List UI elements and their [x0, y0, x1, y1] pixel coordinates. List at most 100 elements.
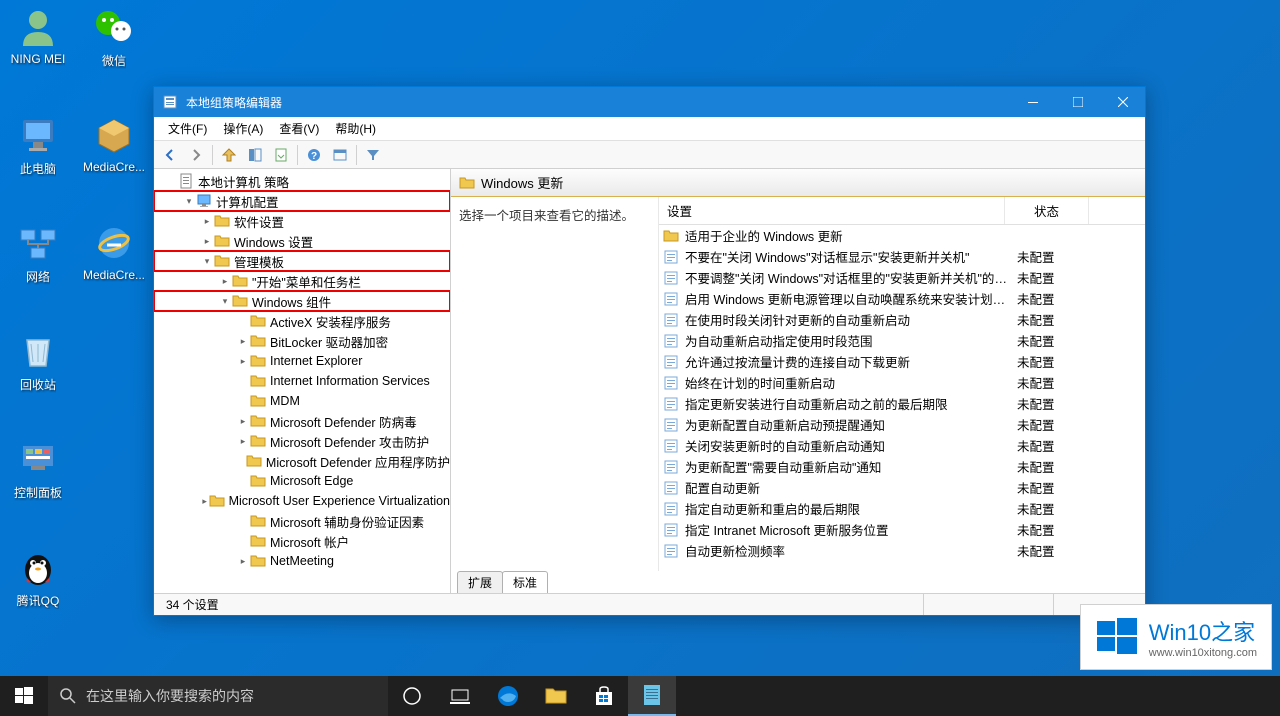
tree-item[interactable]: ▾Windows 组件	[154, 291, 450, 311]
tree-item[interactable]: ▾计算机配置	[154, 191, 450, 211]
filter-button[interactable]	[361, 143, 385, 167]
taskview-button[interactable]	[436, 676, 484, 716]
gpedit-window: 本地组策略编辑器 文件(F)操作(A)查看(V)帮助(H) ? 本地计算机 策略…	[153, 86, 1146, 616]
tree-item[interactable]: ActiveX 安装程序服务	[154, 311, 450, 331]
tree-item[interactable]: Microsoft 帐户	[154, 531, 450, 551]
tree-item[interactable]: Microsoft 辅助身份验证因素	[154, 511, 450, 531]
tree-item[interactable]: ▸NetMeeting	[154, 551, 450, 571]
tree-item[interactable]: MDM	[154, 391, 450, 411]
forward-button[interactable]	[184, 143, 208, 167]
chevron-right-icon[interactable]: ▸	[236, 434, 250, 448]
chevron-right-icon[interactable]: ▸	[236, 334, 250, 348]
chevron-down-icon[interactable]: ▾	[182, 194, 196, 208]
setting-row[interactable]: 为自动重新启动指定使用时段范围未配置	[659, 330, 1145, 351]
minimize-button[interactable]	[1010, 87, 1055, 117]
tree-item[interactable]: Microsoft Defender 应用程序防护	[154, 451, 450, 471]
start-button[interactable]	[0, 676, 48, 716]
tree-item[interactable]: ▸Microsoft Defender 攻击防护	[154, 431, 450, 451]
setting-row[interactable]: 指定 Intranet Microsoft 更新服务位置未配置	[659, 519, 1145, 540]
desktop-icon[interactable]: MediaCre...	[76, 114, 152, 174]
desktop-icon[interactable]: MediaCre...	[76, 222, 152, 282]
tree-item[interactable]: ▸Internet Explorer	[154, 351, 450, 371]
setting-icon	[663, 354, 679, 370]
setting-row[interactable]: 始终在计划的时间重新启动未配置	[659, 372, 1145, 393]
maximize-button[interactable]	[1055, 87, 1100, 117]
desktop-icon[interactable]: NING MEI	[0, 6, 76, 66]
export-button[interactable]	[269, 143, 293, 167]
setting-name: 配置自动更新	[683, 478, 1009, 497]
store-button[interactable]	[580, 676, 628, 716]
setting-row[interactable]: 配置自动更新未配置	[659, 477, 1145, 498]
cortana-button[interactable]	[388, 676, 436, 716]
chevron-right-icon[interactable]: ▸	[200, 214, 214, 228]
column-name[interactable]: 设置	[659, 197, 1005, 224]
menu-item[interactable]: 帮助(H)	[327, 118, 384, 139]
setting-row[interactable]: 适用于企业的 Windows 更新	[659, 225, 1145, 246]
search-placeholder: 在这里输入你要搜索的内容	[86, 686, 254, 706]
setting-state: 未配置	[1009, 436, 1093, 455]
options-button[interactable]	[328, 143, 352, 167]
menu-item[interactable]: 操作(A)	[215, 118, 271, 139]
folder-icon	[250, 393, 266, 409]
up-button[interactable]	[217, 143, 241, 167]
tree-view[interactable]: 本地计算机 策略▾计算机配置▸软件设置▸Windows 设置▾管理模板▸"开始"…	[154, 169, 450, 593]
column-state[interactable]: 状态	[1005, 197, 1089, 224]
details-title: Windows 更新	[481, 173, 563, 192]
chevron-right-icon[interactable]: ▸	[236, 354, 250, 368]
details-header: Windows 更新	[451, 169, 1145, 197]
tree-item[interactable]: ▸Microsoft Defender 防病毒	[154, 411, 450, 431]
desktop-icon[interactable]: 腾讯QQ	[0, 546, 76, 609]
desktop-icon[interactable]: 此电脑	[0, 114, 76, 177]
setting-row[interactable]: 不要调整"关闭 Windows"对话框里的"安装更新并关机"的默...未配置	[659, 267, 1145, 288]
setting-row[interactable]: 启用 Windows 更新电源管理以自动唤醒系统来安装计划的...未配置	[659, 288, 1145, 309]
setting-row[interactable]: 允许通过按流量计费的连接自动下载更新未配置	[659, 351, 1145, 372]
tree-item[interactable]: ▸Windows 设置	[154, 231, 450, 251]
tree-item[interactable]: ▸软件设置	[154, 211, 450, 231]
tree-item[interactable]: ▸Microsoft User Experience Virtualizatio…	[154, 491, 450, 511]
folder-icon	[214, 213, 230, 229]
desktop-icon[interactable]: 控制面板	[0, 438, 76, 501]
chevron-right-icon[interactable]: ▸	[236, 554, 250, 568]
menu-item[interactable]: 查看(V)	[271, 118, 327, 139]
chevron-right-icon[interactable]: ▸	[200, 234, 214, 248]
show-hide-button[interactable]	[243, 143, 267, 167]
setting-row[interactable]: 指定自动更新和重启的最后期限未配置	[659, 498, 1145, 519]
tree-item[interactable]: ▾管理模板	[154, 251, 450, 271]
explorer-button[interactable]	[532, 676, 580, 716]
tree-item[interactable]: ▸BitLocker 驱动器加密	[154, 331, 450, 351]
tree-item-label: Microsoft 辅助身份验证因素	[270, 512, 424, 531]
windows-icon	[15, 687, 33, 705]
edge-button[interactable]	[484, 676, 532, 716]
titlebar[interactable]: 本地组策略编辑器	[154, 87, 1145, 117]
desktop-icon[interactable]: 网络	[0, 222, 76, 285]
setting-row[interactable]: 为更新配置自动重新启动预提醒通知未配置	[659, 414, 1145, 435]
tab-extended[interactable]: 扩展	[457, 571, 503, 593]
tree-item[interactable]: Internet Information Services	[154, 371, 450, 391]
settings-list[interactable]: 设置 状态 适用于企业的 Windows 更新不要在"关闭 Windows"对话…	[659, 197, 1145, 571]
menu-item[interactable]: 文件(F)	[160, 118, 215, 139]
setting-row[interactable]: 为更新配置"需要自动重新启动"通知未配置	[659, 456, 1145, 477]
tree-item[interactable]: ▸"开始"菜单和任务栏	[154, 271, 450, 291]
help-button[interactable]: ?	[302, 143, 326, 167]
back-button[interactable]	[158, 143, 182, 167]
tree-item[interactable]: Microsoft Edge	[154, 471, 450, 491]
setting-row[interactable]: 指定更新安装进行自动重新启动之前的最后期限未配置	[659, 393, 1145, 414]
close-button[interactable]	[1100, 87, 1145, 117]
setting-row[interactable]: 关闭安装更新时的自动重新启动通知未配置	[659, 435, 1145, 456]
setting-state: 未配置	[1009, 541, 1093, 560]
desktop-icon[interactable]: 微信	[76, 6, 152, 69]
setting-row[interactable]: 在使用时段关闭针对更新的自动重新启动未配置	[659, 309, 1145, 330]
setting-row[interactable]: 不要在"关闭 Windows"对话框显示"安装更新并关机"未配置	[659, 246, 1145, 267]
tree-item[interactable]: 本地计算机 策略	[154, 171, 450, 191]
chevron-down-icon[interactable]: ▾	[218, 294, 232, 308]
chevron-right-icon[interactable]: ▸	[201, 494, 209, 508]
tab-standard[interactable]: 标准	[502, 571, 548, 593]
chevron-right-icon[interactable]: ▸	[218, 274, 232, 288]
setting-name: 在使用时段关闭针对更新的自动重新启动	[683, 310, 1009, 329]
chevron-down-icon[interactable]: ▾	[200, 254, 214, 268]
setting-row[interactable]: 自动更新检测频率未配置	[659, 540, 1145, 561]
search-box[interactable]: 在这里输入你要搜索的内容	[48, 676, 388, 716]
desktop-icon[interactable]: 回收站	[0, 330, 76, 393]
notepad-button[interactable]	[628, 676, 676, 716]
chevron-right-icon[interactable]: ▸	[236, 414, 250, 428]
